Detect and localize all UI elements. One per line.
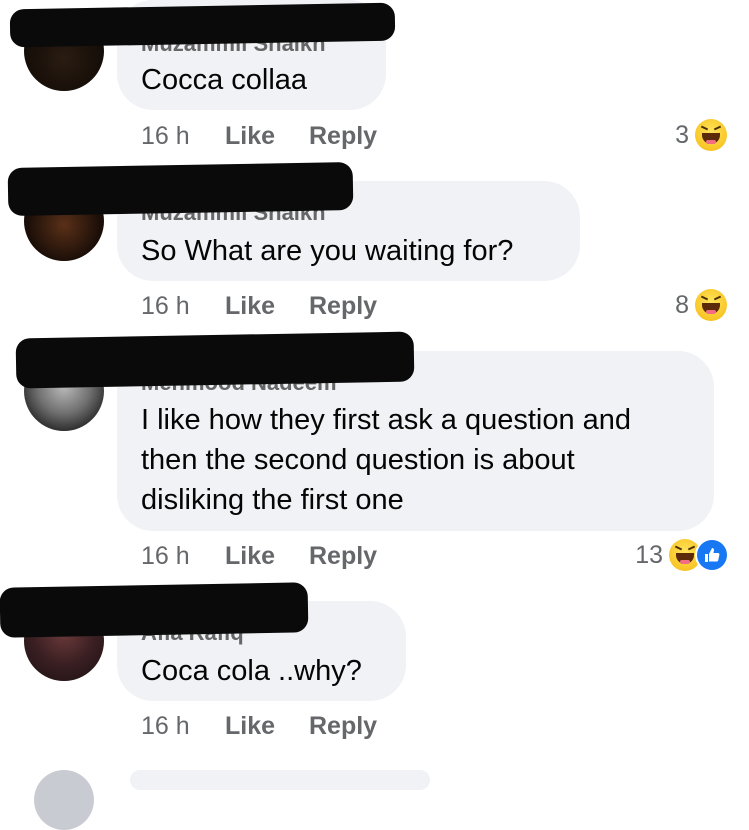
redaction-mark <box>9 2 396 48</box>
comment-timestamp[interactable]: 16 h <box>141 121 225 151</box>
comment-actions: 16 h Like Reply <box>141 711 377 741</box>
comment-timestamp[interactable]: 16 h <box>141 541 225 571</box>
reaction-summary[interactable]: 3 <box>675 119 727 151</box>
comment-timestamp[interactable]: 16 h <box>141 291 225 321</box>
like-button[interactable]: Like <box>225 711 309 741</box>
like-button[interactable]: Like <box>225 291 309 321</box>
reaction-summary[interactable]: 13 <box>635 539 727 571</box>
comment-actions: 16 h Like Reply <box>141 121 377 151</box>
comment-text: I like how they first ask a question and… <box>141 404 632 516</box>
avatar[interactable] <box>34 770 94 830</box>
redaction-mark <box>7 161 354 217</box>
reaction-count: 8 <box>675 290 689 319</box>
comment-text: So What are you waiting for? <box>141 235 514 267</box>
haha-icon <box>695 119 727 151</box>
comment-actions: 16 h Like Reply <box>141 541 377 571</box>
redaction-mark <box>0 582 309 638</box>
like-icon <box>697 540 727 570</box>
like-button[interactable]: Like <box>225 541 309 571</box>
haha-icon <box>695 289 727 321</box>
redaction-mark <box>15 331 415 389</box>
like-button[interactable]: Like <box>225 121 309 151</box>
reply-button[interactable]: Reply <box>309 542 377 570</box>
reply-button[interactable]: Reply <box>309 292 377 320</box>
reply-button[interactable]: Reply <box>309 712 377 740</box>
reply-button[interactable]: Reply <box>309 122 377 150</box>
comment-bubble <box>130 770 430 790</box>
reaction-summary[interactable]: 8 <box>675 289 727 321</box>
comment-timestamp[interactable]: 16 h <box>141 711 225 741</box>
reaction-count: 13 <box>635 540 663 569</box>
reaction-count: 3 <box>675 120 689 149</box>
comment-text: Coca cola ..why? <box>141 655 362 687</box>
comment-text: Cocca collaa <box>141 64 308 96</box>
comment-actions: 16 h Like Reply <box>141 291 377 321</box>
